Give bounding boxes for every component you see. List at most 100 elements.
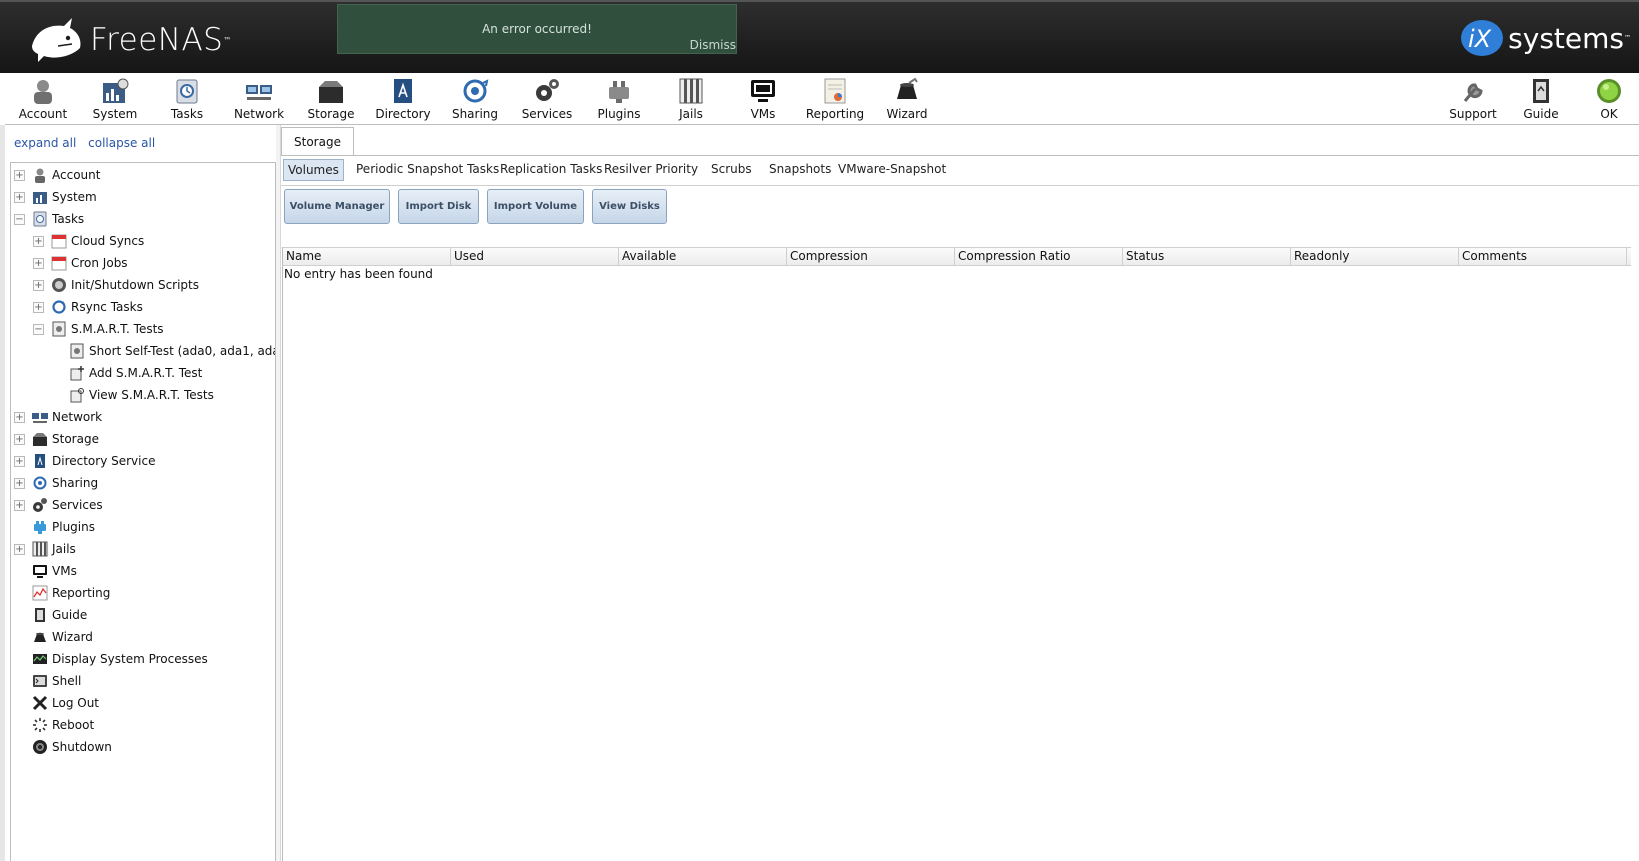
column-name[interactable]: Name bbox=[283, 248, 451, 266]
tree-item-tasks[interactable]: − Tasks bbox=[14, 208, 84, 230]
tree-item-label: Network bbox=[52, 410, 103, 424]
expand-toggle[interactable]: + bbox=[14, 169, 25, 181]
tree-item-cloud-syncs[interactable]: + Cloud Syncs bbox=[33, 230, 144, 252]
tree-item-display-system-processes[interactable]: Display System Processes bbox=[14, 648, 208, 670]
tree-item-label: Rsync Tasks bbox=[71, 300, 143, 314]
tree-item-short-self-test[interactable]: Short Self-Test (ada0, ada1, ada2 bbox=[51, 340, 276, 362]
collapse-toggle[interactable]: − bbox=[33, 323, 44, 335]
tree-item-add-smart-test[interactable]: Add S.M.A.R.T. Test bbox=[51, 362, 202, 384]
expand-toggle[interactable]: + bbox=[14, 191, 25, 203]
guide-icon bbox=[35, 608, 45, 622]
expand-toggle[interactable]: + bbox=[33, 235, 44, 247]
toolbar-system[interactable]: System bbox=[79, 77, 151, 123]
dismiss-button[interactable]: Dismiss bbox=[690, 38, 736, 52]
tree-item-storage[interactable]: + Storage bbox=[14, 428, 99, 450]
tasks-icon bbox=[33, 211, 47, 227]
volume-manager-button[interactable]: Volume Manager bbox=[284, 189, 390, 224]
column-status[interactable]: Status bbox=[1123, 248, 1291, 266]
tree-item-network[interactable]: + Network bbox=[14, 406, 102, 428]
tree-item-cron-jobs[interactable]: + Cron Jobs bbox=[33, 252, 128, 274]
tree-item-wizard[interactable]: Wizard bbox=[14, 626, 93, 648]
tree-item-account[interactable]: + Account bbox=[14, 164, 100, 186]
services-icon bbox=[33, 498, 47, 512]
toolbar-directory[interactable]: Directory bbox=[367, 77, 439, 123]
column-available[interactable]: Available bbox=[619, 248, 787, 266]
toolbar-plugins[interactable]: Plugins bbox=[583, 77, 655, 123]
expand-toggle[interactable]: + bbox=[14, 455, 25, 467]
pane-splitter[interactable] bbox=[276, 125, 281, 861]
toolbar-services[interactable]: Services bbox=[511, 77, 583, 123]
plugins-icon bbox=[34, 521, 46, 534]
network-icon bbox=[246, 85, 272, 100]
network-icon bbox=[32, 413, 48, 423]
tree-item-services[interactable]: + Services bbox=[14, 494, 103, 516]
table-header: Name Used Available Compression Compress… bbox=[283, 247, 1631, 266]
tree-item-sharing[interactable]: + Sharing bbox=[14, 472, 98, 494]
navigation-tree: + Account + System − Tasks + Cloud Syncs + Cr… bbox=[10, 162, 276, 861]
toolbar-support[interactable]: Support bbox=[1437, 77, 1509, 123]
brand-name: FreeNAS bbox=[90, 22, 224, 58]
tree-item-shutdown[interactable]: Shutdown bbox=[14, 736, 112, 758]
tree-item-label: Short Self-Test (ada0, ada1, ada2 bbox=[89, 344, 276, 358]
view-disks-button[interactable]: View Disks bbox=[592, 189, 667, 224]
expand-toggle[interactable]: + bbox=[14, 411, 25, 423]
subtab-resilver-priority[interactable]: Resilver Priority bbox=[600, 159, 702, 181]
tree-item-shell[interactable]: Shell bbox=[14, 670, 81, 692]
subtab-vmware-snapshot[interactable]: VMware-Snapshot bbox=[834, 159, 950, 181]
tree-item-directory-service[interactable]: + Directory Service bbox=[14, 450, 155, 472]
tree-item-label: Guide bbox=[52, 608, 88, 622]
toolbar-wizard[interactable]: Wizard bbox=[871, 77, 943, 123]
toolbar-tasks[interactable]: Tasks bbox=[151, 77, 223, 123]
smart-test-icon bbox=[70, 343, 84, 359]
expand-toggle[interactable]: + bbox=[33, 279, 44, 291]
expand-toggle[interactable]: + bbox=[33, 257, 44, 269]
svg-text:iX: iX bbox=[1468, 25, 1492, 53]
import-volume-button[interactable]: Import Volume bbox=[487, 189, 584, 224]
tree-item-label: Plugins bbox=[52, 520, 95, 534]
tree-item-view-smart-tests[interactable]: View S.M.A.R.T. Tests bbox=[51, 384, 214, 406]
toolbar-jails[interactable]: Jails bbox=[655, 77, 727, 123]
collapse-all-link[interactable]: collapse all bbox=[88, 136, 155, 150]
column-used[interactable]: Used bbox=[451, 248, 619, 266]
toolbar-sharing[interactable]: Sharing bbox=[439, 77, 511, 123]
tree-item-system[interactable]: + System bbox=[14, 186, 97, 208]
subtab-periodic-snapshot-tasks[interactable]: Periodic Snapshot Tasks bbox=[352, 159, 503, 181]
tree-item-rsync-tasks[interactable]: + Rsync Tasks bbox=[33, 296, 143, 318]
toolbar-network[interactable]: Network bbox=[223, 77, 295, 123]
toolbar-status-ok[interactable]: OK bbox=[1573, 77, 1639, 123]
tree-item-smart-tests[interactable]: − S.M.A.R.T. Tests bbox=[33, 318, 164, 340]
import-disk-button[interactable]: Import Disk bbox=[398, 189, 479, 224]
tree-item-jails[interactable]: + Jails bbox=[14, 538, 76, 560]
expand-toggle[interactable]: + bbox=[33, 301, 44, 313]
tree-item-reboot[interactable]: Reboot bbox=[14, 714, 94, 736]
expand-toggle[interactable]: + bbox=[14, 499, 25, 511]
tree-item-label: Account bbox=[52, 168, 101, 182]
column-comments[interactable]: Comments bbox=[1459, 248, 1627, 266]
column-compression[interactable]: Compression bbox=[787, 248, 955, 266]
toolbar-guide[interactable]: Guide bbox=[1505, 77, 1577, 123]
column-readonly[interactable]: Readonly bbox=[1291, 248, 1459, 266]
tab-storage[interactable]: Storage bbox=[281, 127, 354, 155]
toolbar-reporting[interactable]: Reporting bbox=[799, 77, 871, 123]
expand-toggle[interactable]: + bbox=[14, 433, 25, 445]
expand-toggle[interactable]: + bbox=[14, 477, 25, 489]
tree-item-vms[interactable]: VMs bbox=[14, 560, 77, 582]
tree-item-init-shutdown-scripts[interactable]: + Init/Shutdown Scripts bbox=[33, 274, 199, 296]
tree-item-guide[interactable]: Guide bbox=[14, 604, 87, 626]
collapse-toggle[interactable]: − bbox=[14, 213, 25, 225]
subtab-scrubs[interactable]: Scrubs bbox=[707, 159, 756, 181]
tree-item-reporting[interactable]: Reporting bbox=[14, 582, 110, 604]
expand-toggle[interactable]: + bbox=[14, 543, 25, 555]
subtab-volumes[interactable]: Volumes bbox=[283, 159, 344, 181]
toolbar-account[interactable]: Account bbox=[7, 77, 79, 123]
subtab-divider bbox=[281, 185, 1639, 186]
column-compression-ratio[interactable]: Compression Ratio bbox=[955, 248, 1123, 266]
subtab-replication-tasks[interactable]: Replication Tasks bbox=[496, 159, 606, 181]
toolbar-storage[interactable]: Storage bbox=[295, 77, 367, 123]
tree-item-log-out[interactable]: Log Out bbox=[14, 692, 99, 714]
tree-item-plugins[interactable]: Plugins bbox=[14, 516, 95, 538]
subtab-snapshots[interactable]: Snapshots bbox=[765, 159, 835, 181]
expand-all-link[interactable]: expand all bbox=[14, 136, 76, 150]
toolbar-vms[interactable]: VMs bbox=[727, 77, 799, 123]
system-icon bbox=[33, 192, 47, 204]
